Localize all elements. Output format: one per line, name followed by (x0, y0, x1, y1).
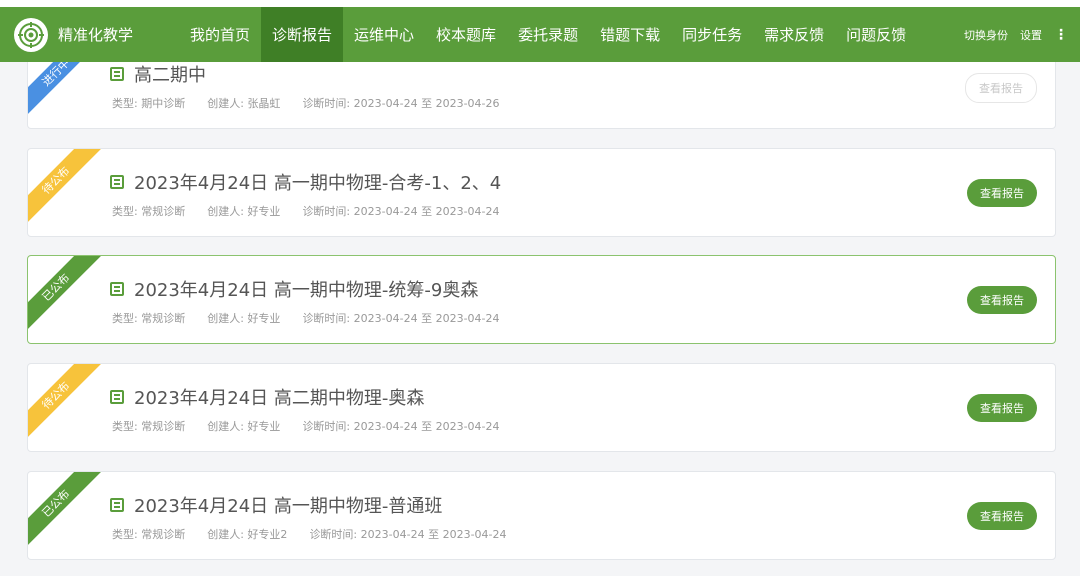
report-title[interactable]: 2023年4月24日 高二期中物理-奥森 (134, 384, 424, 410)
report-title-row: 2023年4月24日 高二期中物理-奥森 (110, 384, 424, 410)
creator-value: 好专业2 (247, 528, 288, 541)
status-ribbon: 待公布 (28, 149, 106, 230)
time-label: 诊断时间: (309, 528, 358, 541)
report-meta: 类型: 常规诊断 创建人: 好专业2 诊断时间: 2023-04-24 至 20… (112, 526, 529, 542)
view-report-button[interactable]: 查看报告 (967, 179, 1037, 207)
type-label: 类型: (112, 312, 138, 325)
document-icon (110, 67, 124, 81)
report-meta: 类型: 常规诊断 创建人: 好专业 诊断时间: 2023-04-24 至 202… (112, 418, 522, 434)
document-icon (110, 498, 124, 512)
report-meta: 类型: 常规诊断 创建人: 好专业 诊断时间: 2023-04-24 至 202… (112, 203, 522, 219)
report-title-row: 2023年4月24日 高一期中物理-统筹-9奥森 (110, 276, 478, 302)
app-title: 精准化教学 (58, 26, 134, 44)
report-card[interactable]: 已公布 2023年4月24日 高一期中物理-普通班 类型: 常规诊断 创建人: … (27, 471, 1056, 560)
time-value: 2023-04-24 至 2023-04-24 (353, 420, 500, 433)
switch-identity-link[interactable]: 切换身份 (964, 27, 1008, 43)
nav-item-wrong-question-download[interactable]: 错题下载 (589, 7, 671, 62)
main-nav: 我的首页 诊断报告 运维中心 校本题库 委托录题 错题下载 同步任务 需求反馈 … (179, 7, 917, 62)
nav-item-school-question-bank[interactable]: 校本题库 (425, 7, 507, 62)
report-title-row: 2023年4月24日 高一期中物理-合考-1、2、4 (110, 169, 501, 195)
nav-label: 诊断报告 (272, 26, 333, 44)
nav-label: 同步任务 (682, 26, 743, 44)
type-value: 常规诊断 (141, 528, 186, 541)
time-value: 2023-04-24 至 2023-04-24 (360, 528, 507, 541)
report-title[interactable]: 2023年4月24日 高一期中物理-合考-1、2、4 (134, 169, 501, 195)
creator-label: 创建人: (207, 312, 244, 325)
report-card-selected[interactable]: 已公布 2023年4月24日 高一期中物理-统筹-9奥森 类型: 常规诊断 创建… (27, 255, 1056, 344)
creator-value: 好专业 (247, 205, 281, 218)
nav-item-ops-center[interactable]: 运维中心 (343, 7, 425, 62)
target-logo-icon (14, 17, 48, 52)
view-report-button[interactable]: 查看报告 (965, 73, 1037, 103)
app-logo[interactable]: 精准化教学 (14, 17, 179, 52)
nav-label: 问题反馈 (846, 26, 907, 44)
report-meta: 类型: 常规诊断 创建人: 好专业 诊断时间: 2023-04-24 至 202… (112, 310, 522, 326)
nav-item-requirement-feedback[interactable]: 需求反馈 (753, 7, 835, 62)
nav-label: 运维中心 (354, 26, 415, 44)
creator-value: 张晶虹 (247, 97, 281, 110)
time-value: 2023-04-24 至 2023-04-24 (353, 312, 500, 325)
status-ribbon: 已公布 (28, 472, 106, 553)
type-label: 类型: (112, 97, 138, 110)
time-value: 2023-04-24 至 2023-04-26 (353, 97, 500, 110)
report-title-row: 高二期中 (110, 61, 206, 87)
time-label: 诊断时间: (302, 205, 351, 218)
status-ribbon: 待公布 (28, 364, 106, 445)
nav-label: 校本题库 (436, 26, 497, 44)
nav-label: 我的首页 (190, 26, 251, 44)
creator-label: 创建人: (207, 528, 244, 541)
type-label: 类型: (112, 205, 138, 218)
time-label: 诊断时间: (302, 312, 351, 325)
nav-item-sync-task[interactable]: 同步任务 (671, 7, 753, 62)
nav-item-issue-feedback[interactable]: 问题反馈 (835, 7, 917, 62)
type-label: 类型: (112, 420, 138, 433)
type-value: 常规诊断 (141, 420, 186, 433)
more-vert-icon[interactable]: ⋮ (1054, 27, 1068, 43)
top-right-actions: 切换身份 设置 ⋮ (952, 27, 1068, 43)
settings-link[interactable]: 设置 (1020, 27, 1042, 43)
document-icon (110, 175, 124, 189)
nav-item-home[interactable]: 我的首页 (179, 7, 261, 62)
nav-label: 委托录题 (518, 26, 579, 44)
report-card[interactable]: 待公布 2023年4月24日 高二期中物理-奥森 类型: 常规诊断 创建人: 好… (27, 363, 1056, 452)
nav-item-diagnosis-report[interactable]: 诊断报告 (261, 7, 344, 62)
report-title[interactable]: 2023年4月24日 高一期中物理-普通班 (134, 492, 442, 518)
nav-item-entrusted-entry[interactable]: 委托录题 (507, 7, 589, 62)
type-value: 常规诊断 (141, 312, 186, 325)
type-label: 类型: (112, 528, 138, 541)
view-report-button[interactable]: 查看报告 (967, 394, 1037, 422)
creator-label: 创建人: (207, 97, 244, 110)
report-title[interactable]: 2023年4月24日 高一期中物理-统筹-9奥森 (134, 276, 478, 302)
type-value: 期中诊断 (141, 97, 186, 110)
top-navigation-bar: 精准化教学 我的首页 诊断报告 运维中心 校本题库 委托录题 错题下载 同步任务… (0, 0, 1080, 62)
creator-label: 创建人: (207, 420, 244, 433)
type-value: 常规诊断 (141, 205, 186, 218)
time-value: 2023-04-24 至 2023-04-24 (353, 205, 500, 218)
status-ribbon: 已公布 (28, 256, 106, 337)
report-meta: 类型: 期中诊断 创建人: 张晶虹 诊断时间: 2023-04-24 至 202… (112, 95, 522, 111)
creator-label: 创建人: (207, 205, 244, 218)
document-icon (110, 390, 124, 404)
report-card[interactable]: 待公布 2023年4月24日 高一期中物理-合考-1、2、4 类型: 常规诊断 … (27, 148, 1056, 237)
report-title-row: 2023年4月24日 高一期中物理-普通班 (110, 492, 442, 518)
document-icon (110, 282, 124, 296)
creator-value: 好专业 (247, 312, 281, 325)
nav-label: 需求反馈 (764, 26, 825, 44)
nav-label: 错题下载 (600, 26, 661, 44)
report-title[interactable]: 高二期中 (134, 61, 206, 87)
time-label: 诊断时间: (302, 97, 351, 110)
view-report-button[interactable]: 查看报告 (967, 286, 1037, 314)
time-label: 诊断时间: (302, 420, 351, 433)
view-report-button[interactable]: 查看报告 (967, 502, 1037, 530)
creator-value: 好专业 (247, 420, 281, 433)
